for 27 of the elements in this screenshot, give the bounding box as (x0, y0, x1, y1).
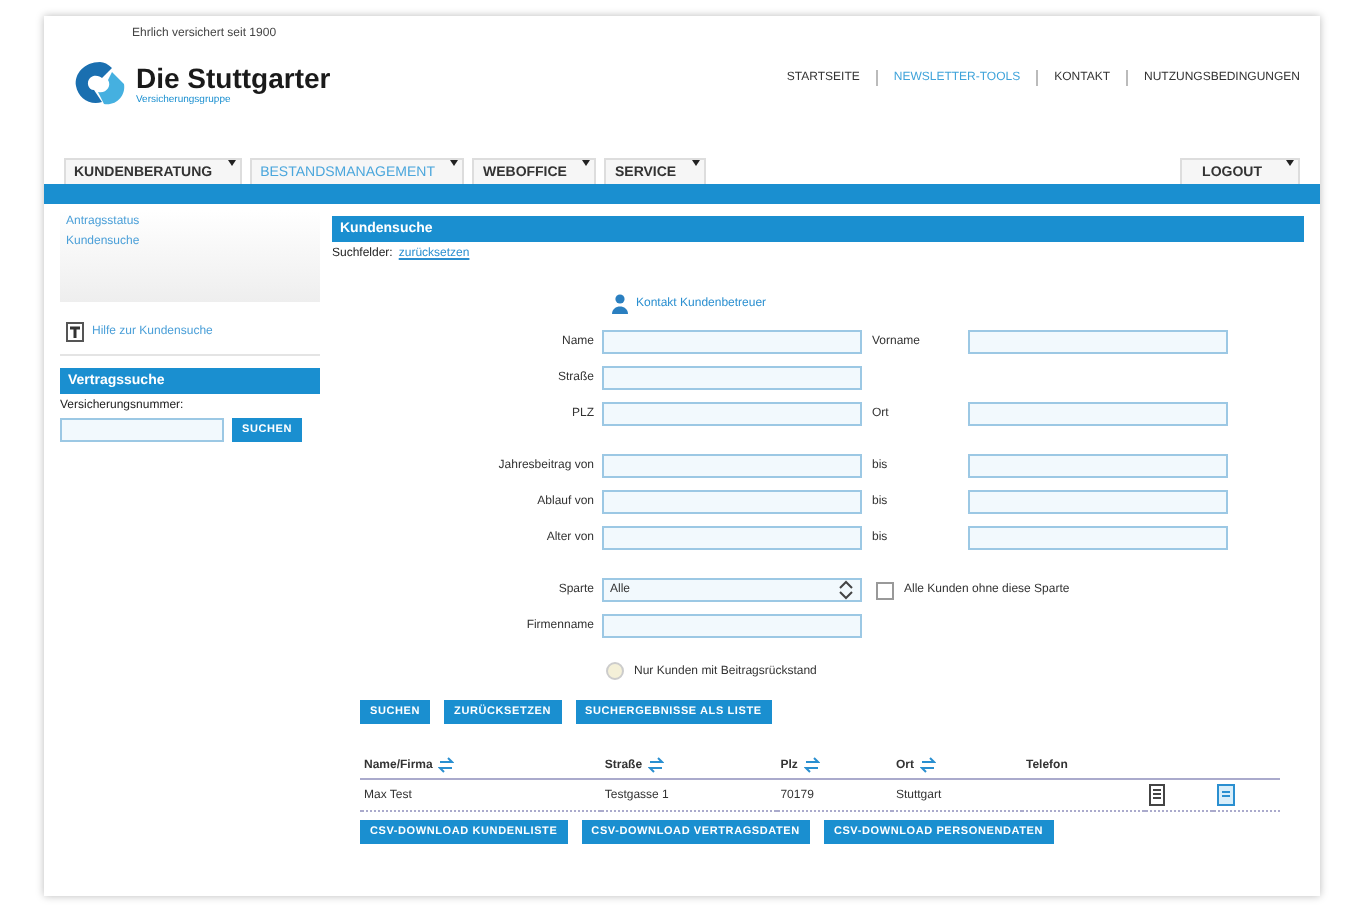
spinner-icon (838, 580, 854, 600)
input-field[interactable] (968, 454, 1228, 478)
caret-icon (1286, 160, 1294, 166)
edit-icon (1215, 784, 1236, 806)
radio-button[interactable] (606, 662, 624, 680)
input-field[interactable] (968, 490, 1228, 514)
input-field[interactable] (968, 402, 1228, 426)
logo-name: Die Stuttgarter (136, 62, 331, 94)
caret-icon (582, 160, 591, 166)
checkbox[interactable] (876, 581, 894, 599)
help-icon (66, 322, 84, 342)
caret-icon (450, 160, 459, 166)
input-field[interactable] (602, 614, 862, 638)
logo-icon (72, 58, 128, 110)
input-field[interactable] (602, 366, 862, 390)
input-field[interactable] (968, 330, 1228, 354)
input-field[interactable] (602, 454, 862, 478)
input-field[interactable] (602, 526, 862, 550)
input-field[interactable] (602, 402, 862, 426)
input-field[interactable] (968, 526, 1228, 550)
caret-icon (228, 160, 237, 166)
input-field[interactable] (602, 490, 862, 514)
caret-icon (692, 160, 701, 166)
input-field[interactable] (602, 330, 862, 354)
document-icon (1147, 784, 1168, 806)
person-icon (612, 294, 628, 314)
input-field[interactable] (60, 418, 224, 442)
